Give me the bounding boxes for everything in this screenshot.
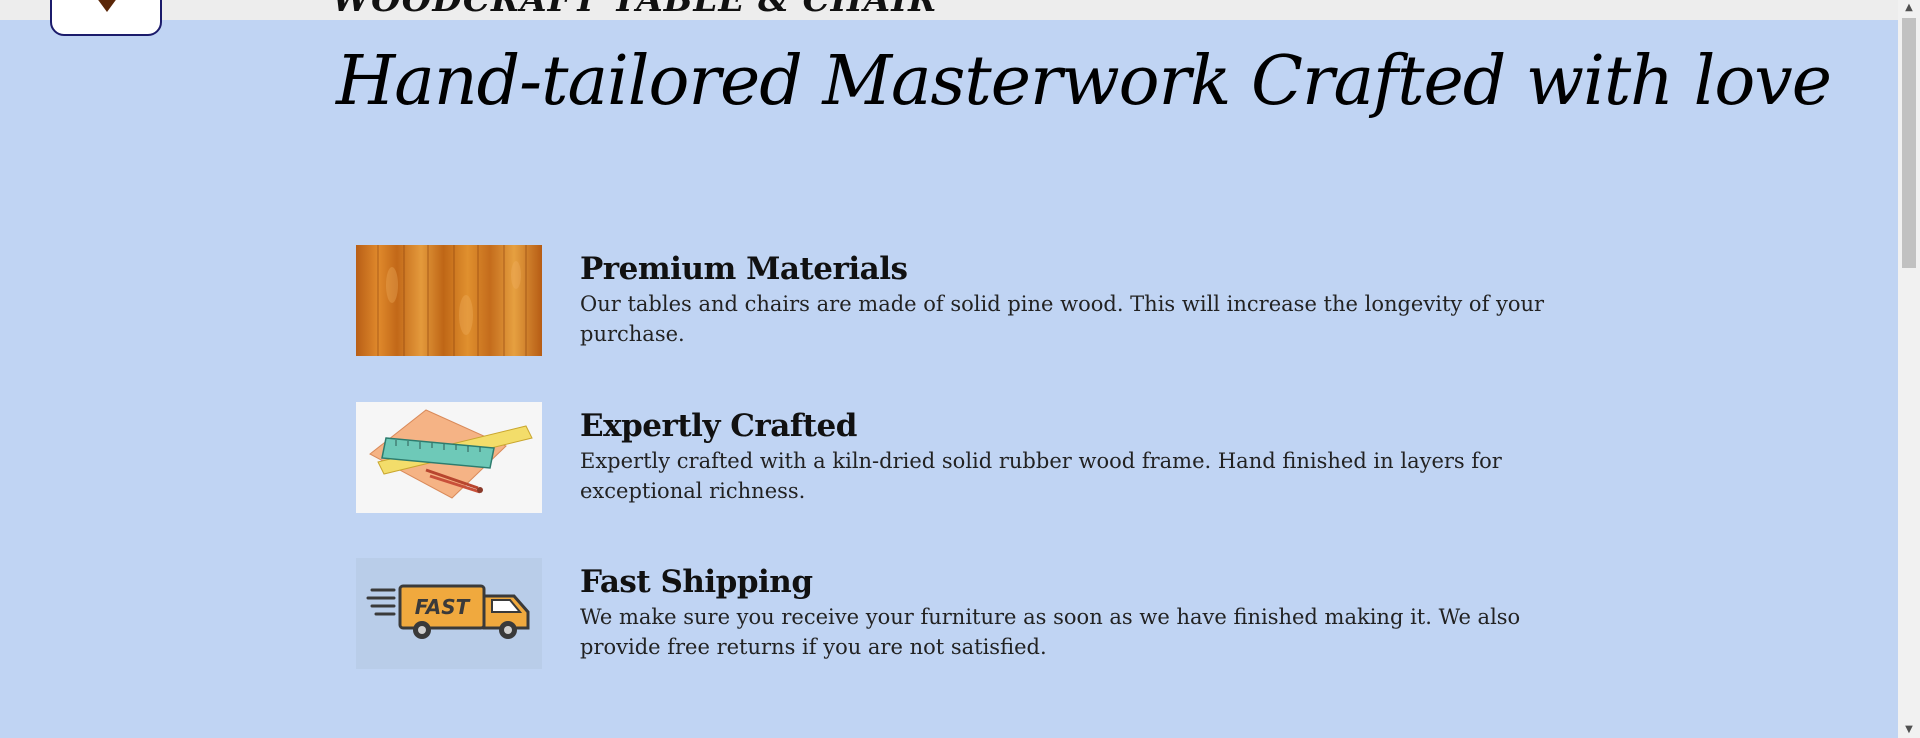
page-scrollbar[interactable]: ▲ ▼ xyxy=(1898,0,1920,738)
feature-description: Expertly crafted with a kiln-dried solid… xyxy=(580,449,1502,503)
feature-description: We make sure you receive your furniture … xyxy=(580,605,1521,659)
hero-title: Hand-tailored Masterwork Crafted with lo… xyxy=(336,42,1832,121)
ruler-pencil-image xyxy=(356,402,542,513)
feature-description: Our tables and chairs are made of solid … xyxy=(580,292,1545,346)
fast-truck-image: FAST xyxy=(356,558,542,669)
brand-name[interactable]: WOODCRAFT TABLE & CHAIR xyxy=(332,0,937,20)
feature-fast-shipping: FAST Fast Shipping We make sure you rece… xyxy=(356,558,1556,670)
wood-texture-image xyxy=(356,245,542,356)
feature-title: Fast Shipping xyxy=(580,564,813,600)
logo-icon xyxy=(98,0,116,12)
feature-title: Premium Materials xyxy=(580,251,908,287)
scrollbar-thumb[interactable] xyxy=(1902,18,1916,268)
scroll-down-arrow-icon[interactable]: ▼ xyxy=(1898,722,1920,738)
feature-title: Expertly Crafted xyxy=(580,408,857,444)
scroll-up-arrow-icon[interactable]: ▲ xyxy=(1898,0,1920,16)
site-header xyxy=(0,0,1898,20)
feature-premium-materials: Premium Materials Our tables and chairs … xyxy=(356,245,1556,357)
truck-label: FAST xyxy=(415,595,471,619)
site-logo[interactable] xyxy=(50,0,162,36)
feature-expertly-crafted: Expertly Crafted Expertly crafted with a… xyxy=(356,402,1556,514)
